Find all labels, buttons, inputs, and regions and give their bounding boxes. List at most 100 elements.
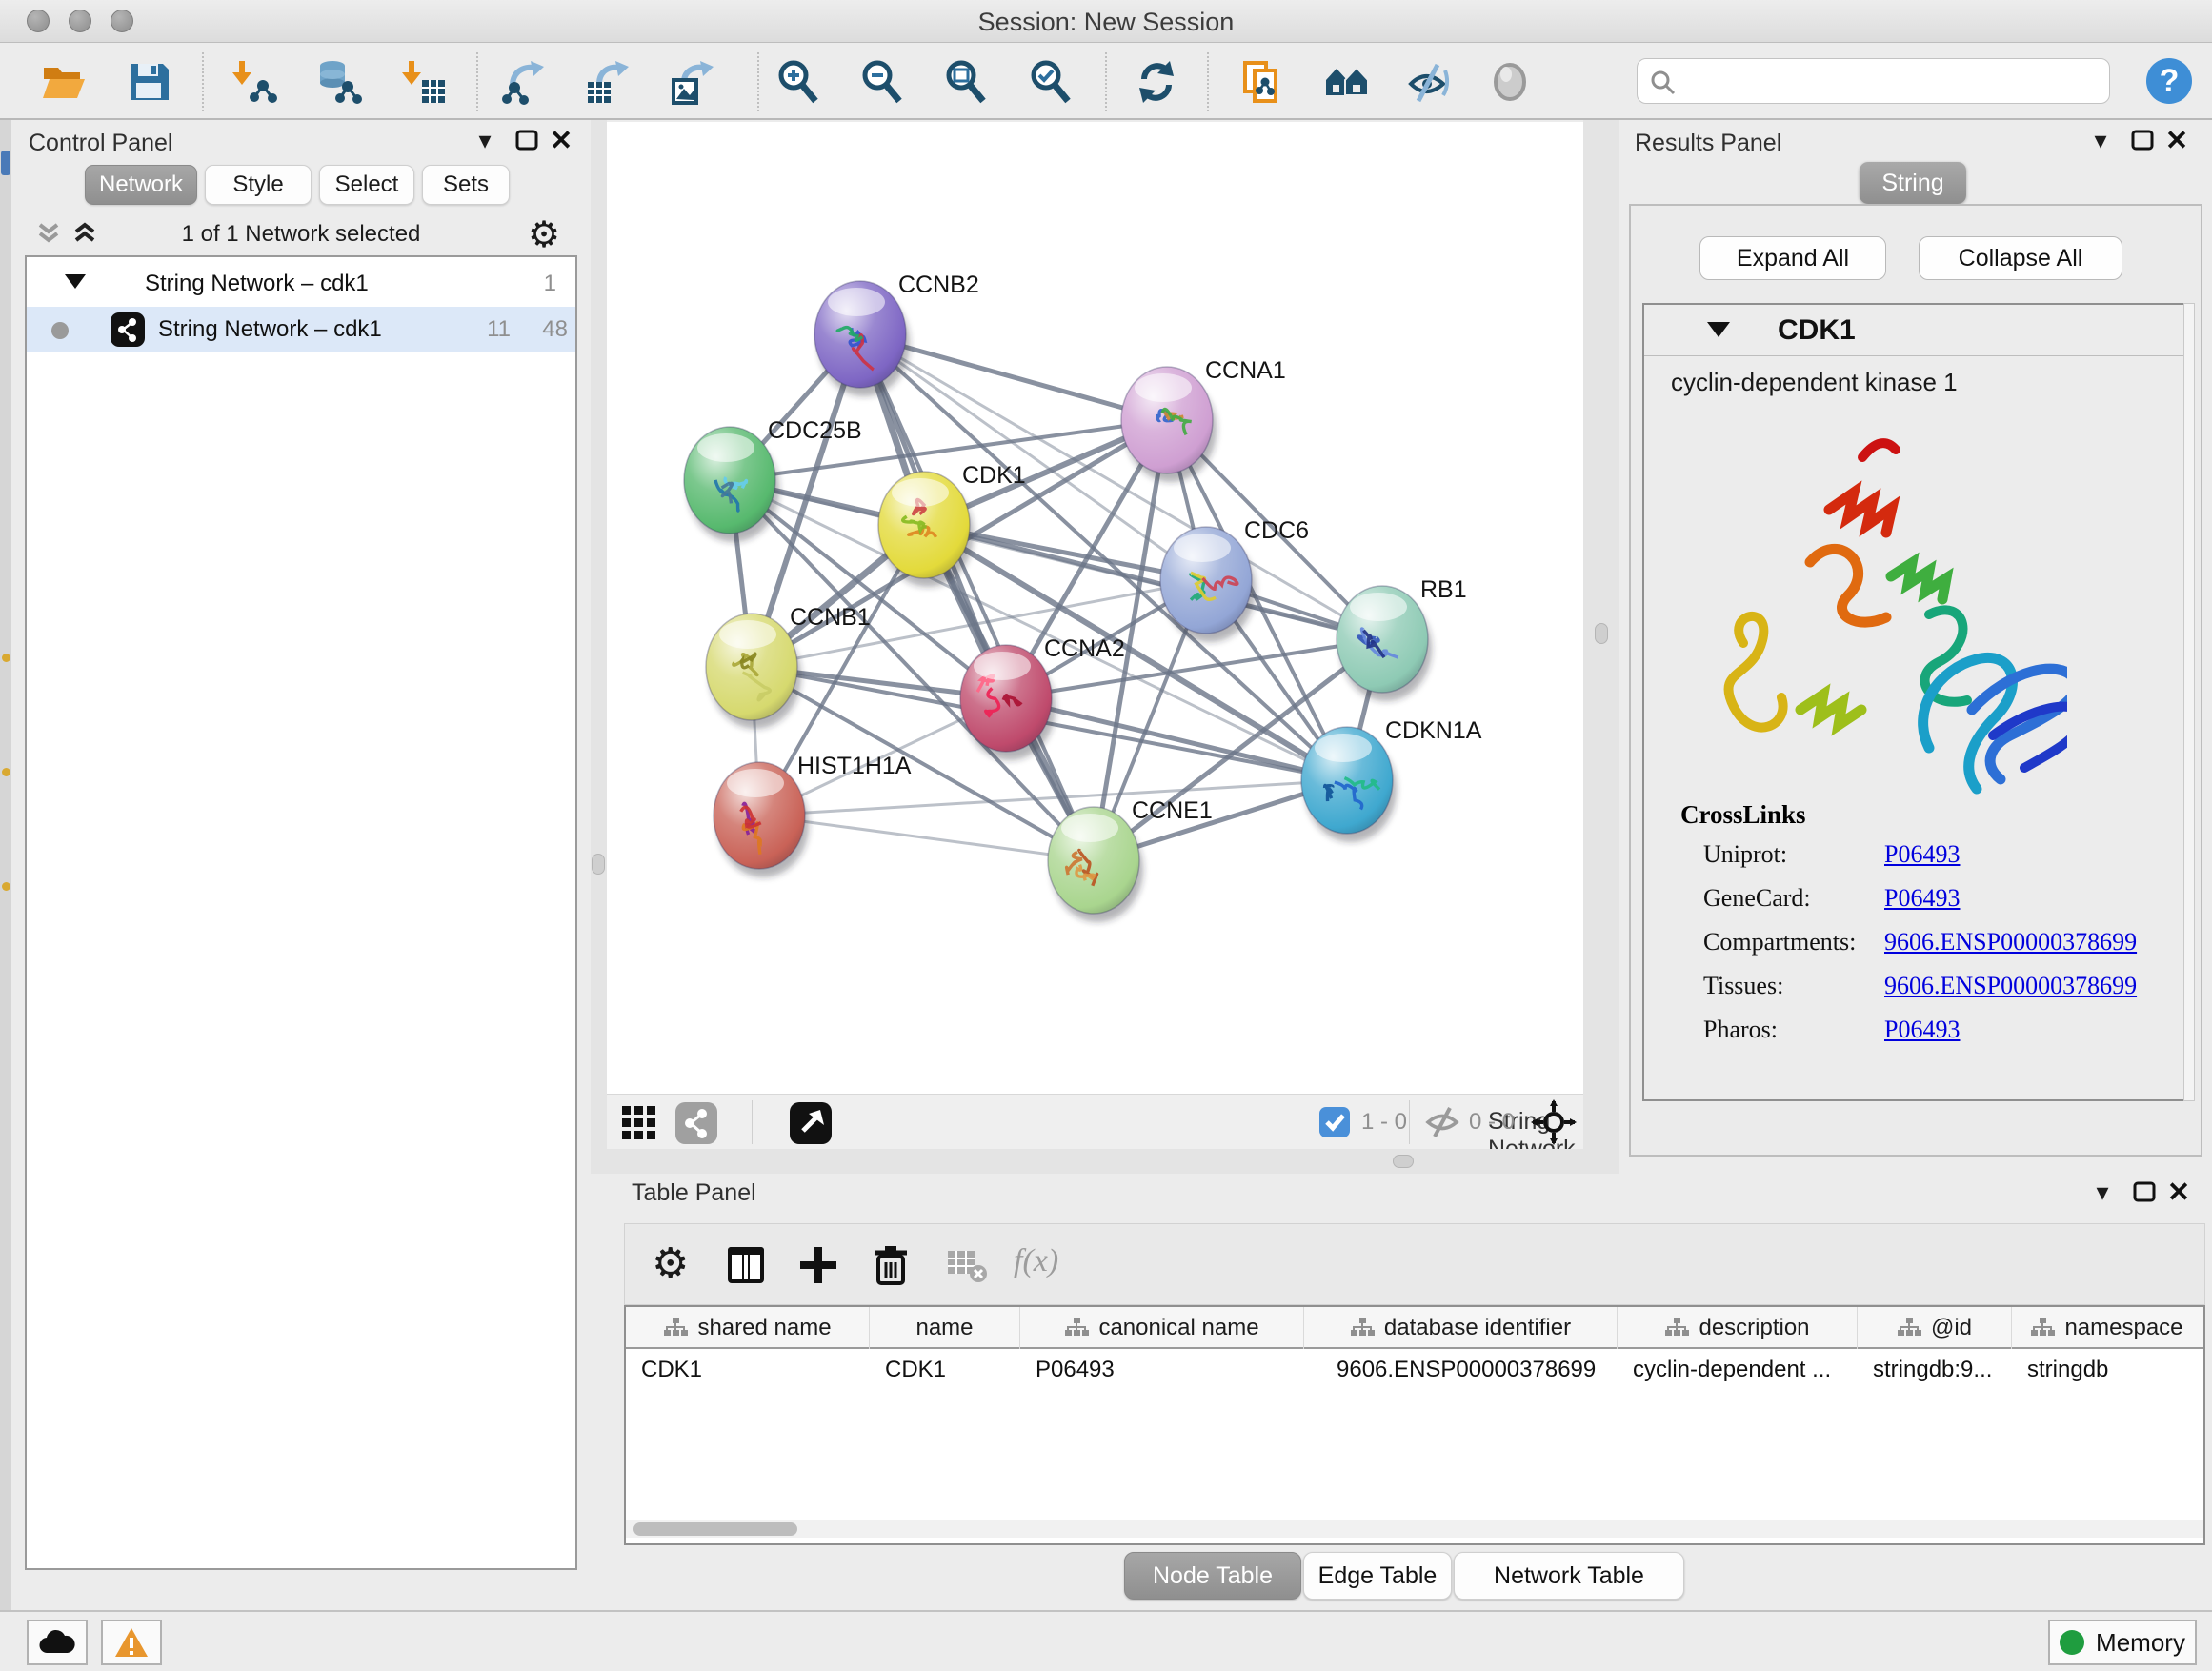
table-cell[interactable]: CDK1 xyxy=(626,1357,870,1395)
edge-hist1h1a-ccne1[interactable] xyxy=(759,815,1094,860)
home-icon[interactable] xyxy=(1324,59,1370,105)
control-panel-collapse-icon[interactable]: ▾ xyxy=(469,124,501,156)
import-table-icon[interactable] xyxy=(401,59,447,105)
column-header-canonicalname[interactable]: canonical name xyxy=(1020,1307,1304,1349)
tab-edge-table[interactable]: Edge Table xyxy=(1303,1552,1452,1600)
selected-count-badge: 1 - 0 xyxy=(1361,1109,1407,1136)
network-canvas[interactable]: CCNB2CCNA1CDC25BCDK1CDC6RB1CCNB1CCNA2CDK… xyxy=(607,122,1583,1094)
import-network-from-database-icon[interactable] xyxy=(316,59,362,105)
search-input[interactable] xyxy=(1637,58,2110,104)
edge-ccnb2-ccne1[interactable] xyxy=(860,334,1094,860)
results-scrollbar[interactable] xyxy=(2183,303,2195,1101)
crosslink-genecard-link[interactable]: P06493 xyxy=(1884,884,1960,913)
column-header-databaseidentifier[interactable]: database identifier xyxy=(1304,1307,1618,1349)
node-ccnb1[interactable] xyxy=(706,614,801,729)
column-header-name[interactable]: name xyxy=(870,1307,1020,1349)
horizontal-splitter[interactable] xyxy=(591,1149,1583,1174)
table-cell[interactable]: P06493 xyxy=(1020,1357,1304,1395)
node-ccne1[interactable] xyxy=(1048,807,1143,922)
selected-nodes-checkbox[interactable] xyxy=(1319,1107,1350,1137)
node-ccna2[interactable] xyxy=(960,645,1056,760)
zoom-in-icon[interactable] xyxy=(775,59,821,105)
show-columns-icon[interactable] xyxy=(724,1243,768,1287)
create-column-icon[interactable] xyxy=(796,1243,840,1287)
network-graph[interactable]: CCNB2CCNA1CDC25BCDK1CDC6RB1CCNB1CCNA2CDK… xyxy=(607,122,1583,1094)
open-session-icon[interactable] xyxy=(41,59,87,105)
table-cell[interactable]: stringdb:9... xyxy=(1858,1357,2012,1395)
refresh-icon[interactable] xyxy=(1134,59,1179,105)
table-cell[interactable]: 9606.ENSP00000378699 xyxy=(1304,1357,1618,1395)
crosslink-tissues-link[interactable]: 9606.ENSP00000378699 xyxy=(1884,972,2137,1000)
tab-string[interactable]: String xyxy=(1860,162,1966,204)
pan-crosshair-icon[interactable] xyxy=(1531,1099,1577,1145)
column-header-namespace[interactable]: namespace xyxy=(2012,1307,2202,1349)
export-network-icon[interactable] xyxy=(499,59,545,105)
import-network-icon[interactable] xyxy=(231,59,277,105)
birds-eye-view-icon[interactable] xyxy=(790,1102,832,1144)
memory-button[interactable]: Memory xyxy=(2048,1620,2197,1665)
tab-sets[interactable]: Sets xyxy=(422,165,510,205)
table-panel-float-icon[interactable] xyxy=(2128,1176,2161,1208)
help-icon[interactable]: ? xyxy=(2145,57,2193,105)
right-splitter[interactable] xyxy=(1583,120,1619,1174)
crosslink-uniprot-link[interactable]: P06493 xyxy=(1884,840,1960,869)
zoom-fit-icon[interactable] xyxy=(943,59,989,105)
table-cell[interactable]: cyclin-dependent ... xyxy=(1618,1357,1858,1395)
results-panel-float-icon[interactable] xyxy=(2126,124,2159,156)
control-panel-float-icon[interactable] xyxy=(511,124,543,156)
table-horizontal-scrollbar[interactable] xyxy=(626,1520,2203,1538)
network-thumbnail-icon[interactable] xyxy=(675,1102,717,1144)
collapse-all-button[interactable]: Collapse All xyxy=(1919,236,2122,280)
show-panel-icon[interactable] xyxy=(1487,59,1533,105)
table-cell[interactable]: stringdb xyxy=(2012,1357,2202,1395)
scrollbar-thumb[interactable] xyxy=(633,1522,797,1536)
node-ccna1[interactable] xyxy=(1121,367,1217,482)
zoom-selected-icon[interactable] xyxy=(1028,59,1074,105)
network-row-selected[interactable]: String Network – cdk1 11 48 xyxy=(27,307,575,352)
background-window-dot xyxy=(2,654,10,662)
right-splitter-handle[interactable] xyxy=(1595,623,1608,644)
protein-expander-icon[interactable] xyxy=(1707,322,1730,337)
tab-select[interactable]: Select xyxy=(319,165,414,205)
tab-style[interactable]: Style xyxy=(205,165,312,205)
expand-all-button[interactable]: Expand All xyxy=(1699,236,1886,280)
results-panel-collapse-icon[interactable]: ▾ xyxy=(2084,124,2117,156)
results-panel-close-icon[interactable]: ✕ xyxy=(2161,124,2193,156)
column-type-icon xyxy=(1350,1317,1375,1339)
node-cdkn1a[interactable] xyxy=(1301,727,1397,842)
column-header-sharedname[interactable]: shared name xyxy=(626,1307,870,1349)
control-panel-close-icon[interactable]: ✕ xyxy=(545,124,577,156)
tab-network[interactable]: Network xyxy=(85,165,197,205)
tab-node-table[interactable]: Node Table xyxy=(1124,1552,1301,1600)
cloud-status-button[interactable] xyxy=(27,1620,88,1665)
crosslink-compartments-link[interactable]: 9606.ENSP00000378699 xyxy=(1884,928,2137,956)
node-cdk1[interactable] xyxy=(878,472,974,587)
column-header-id[interactable]: @id xyxy=(1858,1307,2012,1349)
collection-expander-icon[interactable] xyxy=(65,274,86,289)
hide-panels-icon[interactable] xyxy=(1405,59,1451,105)
save-session-icon[interactable] xyxy=(126,59,171,105)
network-collection-row[interactable]: String Network – cdk1 1 xyxy=(27,261,575,307)
table-options-gear-icon[interactable]: ⚙ xyxy=(652,1243,695,1287)
column-header-description[interactable]: description xyxy=(1618,1307,1858,1349)
node-hist1h1a[interactable] xyxy=(714,762,809,877)
table-panel-close-icon[interactable]: ✕ xyxy=(2162,1176,2195,1208)
table-panel-collapse-icon[interactable]: ▾ xyxy=(2086,1176,2119,1208)
node-ccnb2[interactable] xyxy=(814,281,910,396)
export-image-icon[interactable] xyxy=(669,59,714,105)
horizontal-splitter-handle[interactable] xyxy=(1393,1155,1414,1168)
zoom-out-icon[interactable] xyxy=(859,59,905,105)
left-splitter-handle[interactable] xyxy=(592,854,605,875)
delete-column-icon[interactable] xyxy=(869,1243,913,1287)
protein-section-header[interactable]: CDK1 xyxy=(1644,305,2191,356)
crosslink-pharos-link[interactable]: P06493 xyxy=(1884,1016,1960,1044)
table-cell[interactable]: CDK1 xyxy=(870,1357,1020,1395)
node-rb1[interactable] xyxy=(1337,586,1432,701)
grid-view-icon[interactable] xyxy=(620,1104,658,1142)
export-table-icon[interactable] xyxy=(584,59,630,105)
warnings-button[interactable] xyxy=(101,1620,162,1665)
tab-network-table[interactable]: Network Table xyxy=(1454,1552,1684,1600)
clone-network-icon[interactable] xyxy=(1239,59,1285,105)
control-panel-title: Control Panel xyxy=(29,130,172,157)
network-options-gear-icon[interactable]: ⚙ xyxy=(528,213,560,256)
